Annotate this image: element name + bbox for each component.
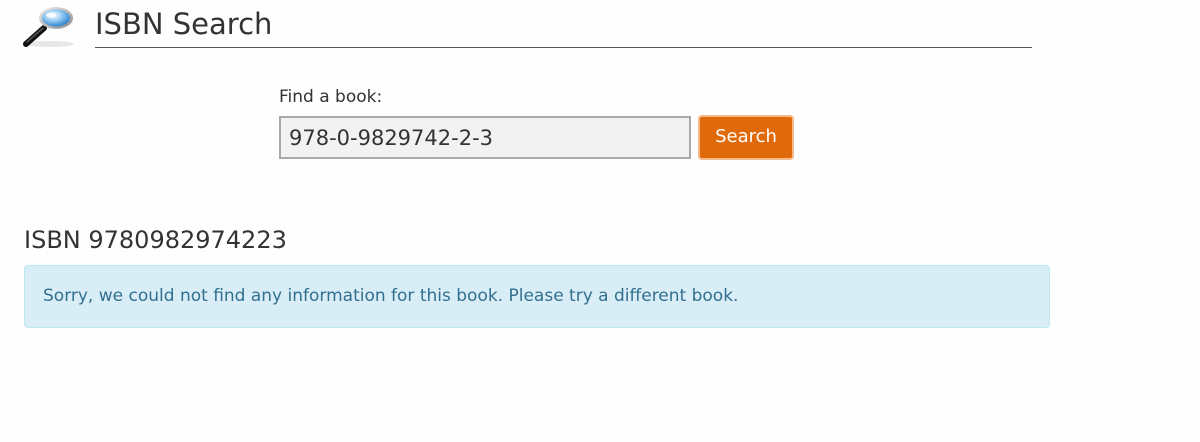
header-divider [95,47,1032,48]
page-title: ISBN Search [95,7,273,41]
alert-message: Sorry, we could not find any information… [43,286,739,306]
result-heading: ISBN 9780982974223 [24,226,287,254]
search-button[interactable]: Search [698,115,794,160]
page: ISBN Search Find a book: Search ISBN 978… [0,0,1200,442]
magnifying-glass-icon [22,4,78,48]
search-label: Find a book: [279,87,383,107]
info-alert: Sorry, we could not find any information… [24,265,1050,328]
isbn-search-input[interactable] [279,116,691,159]
